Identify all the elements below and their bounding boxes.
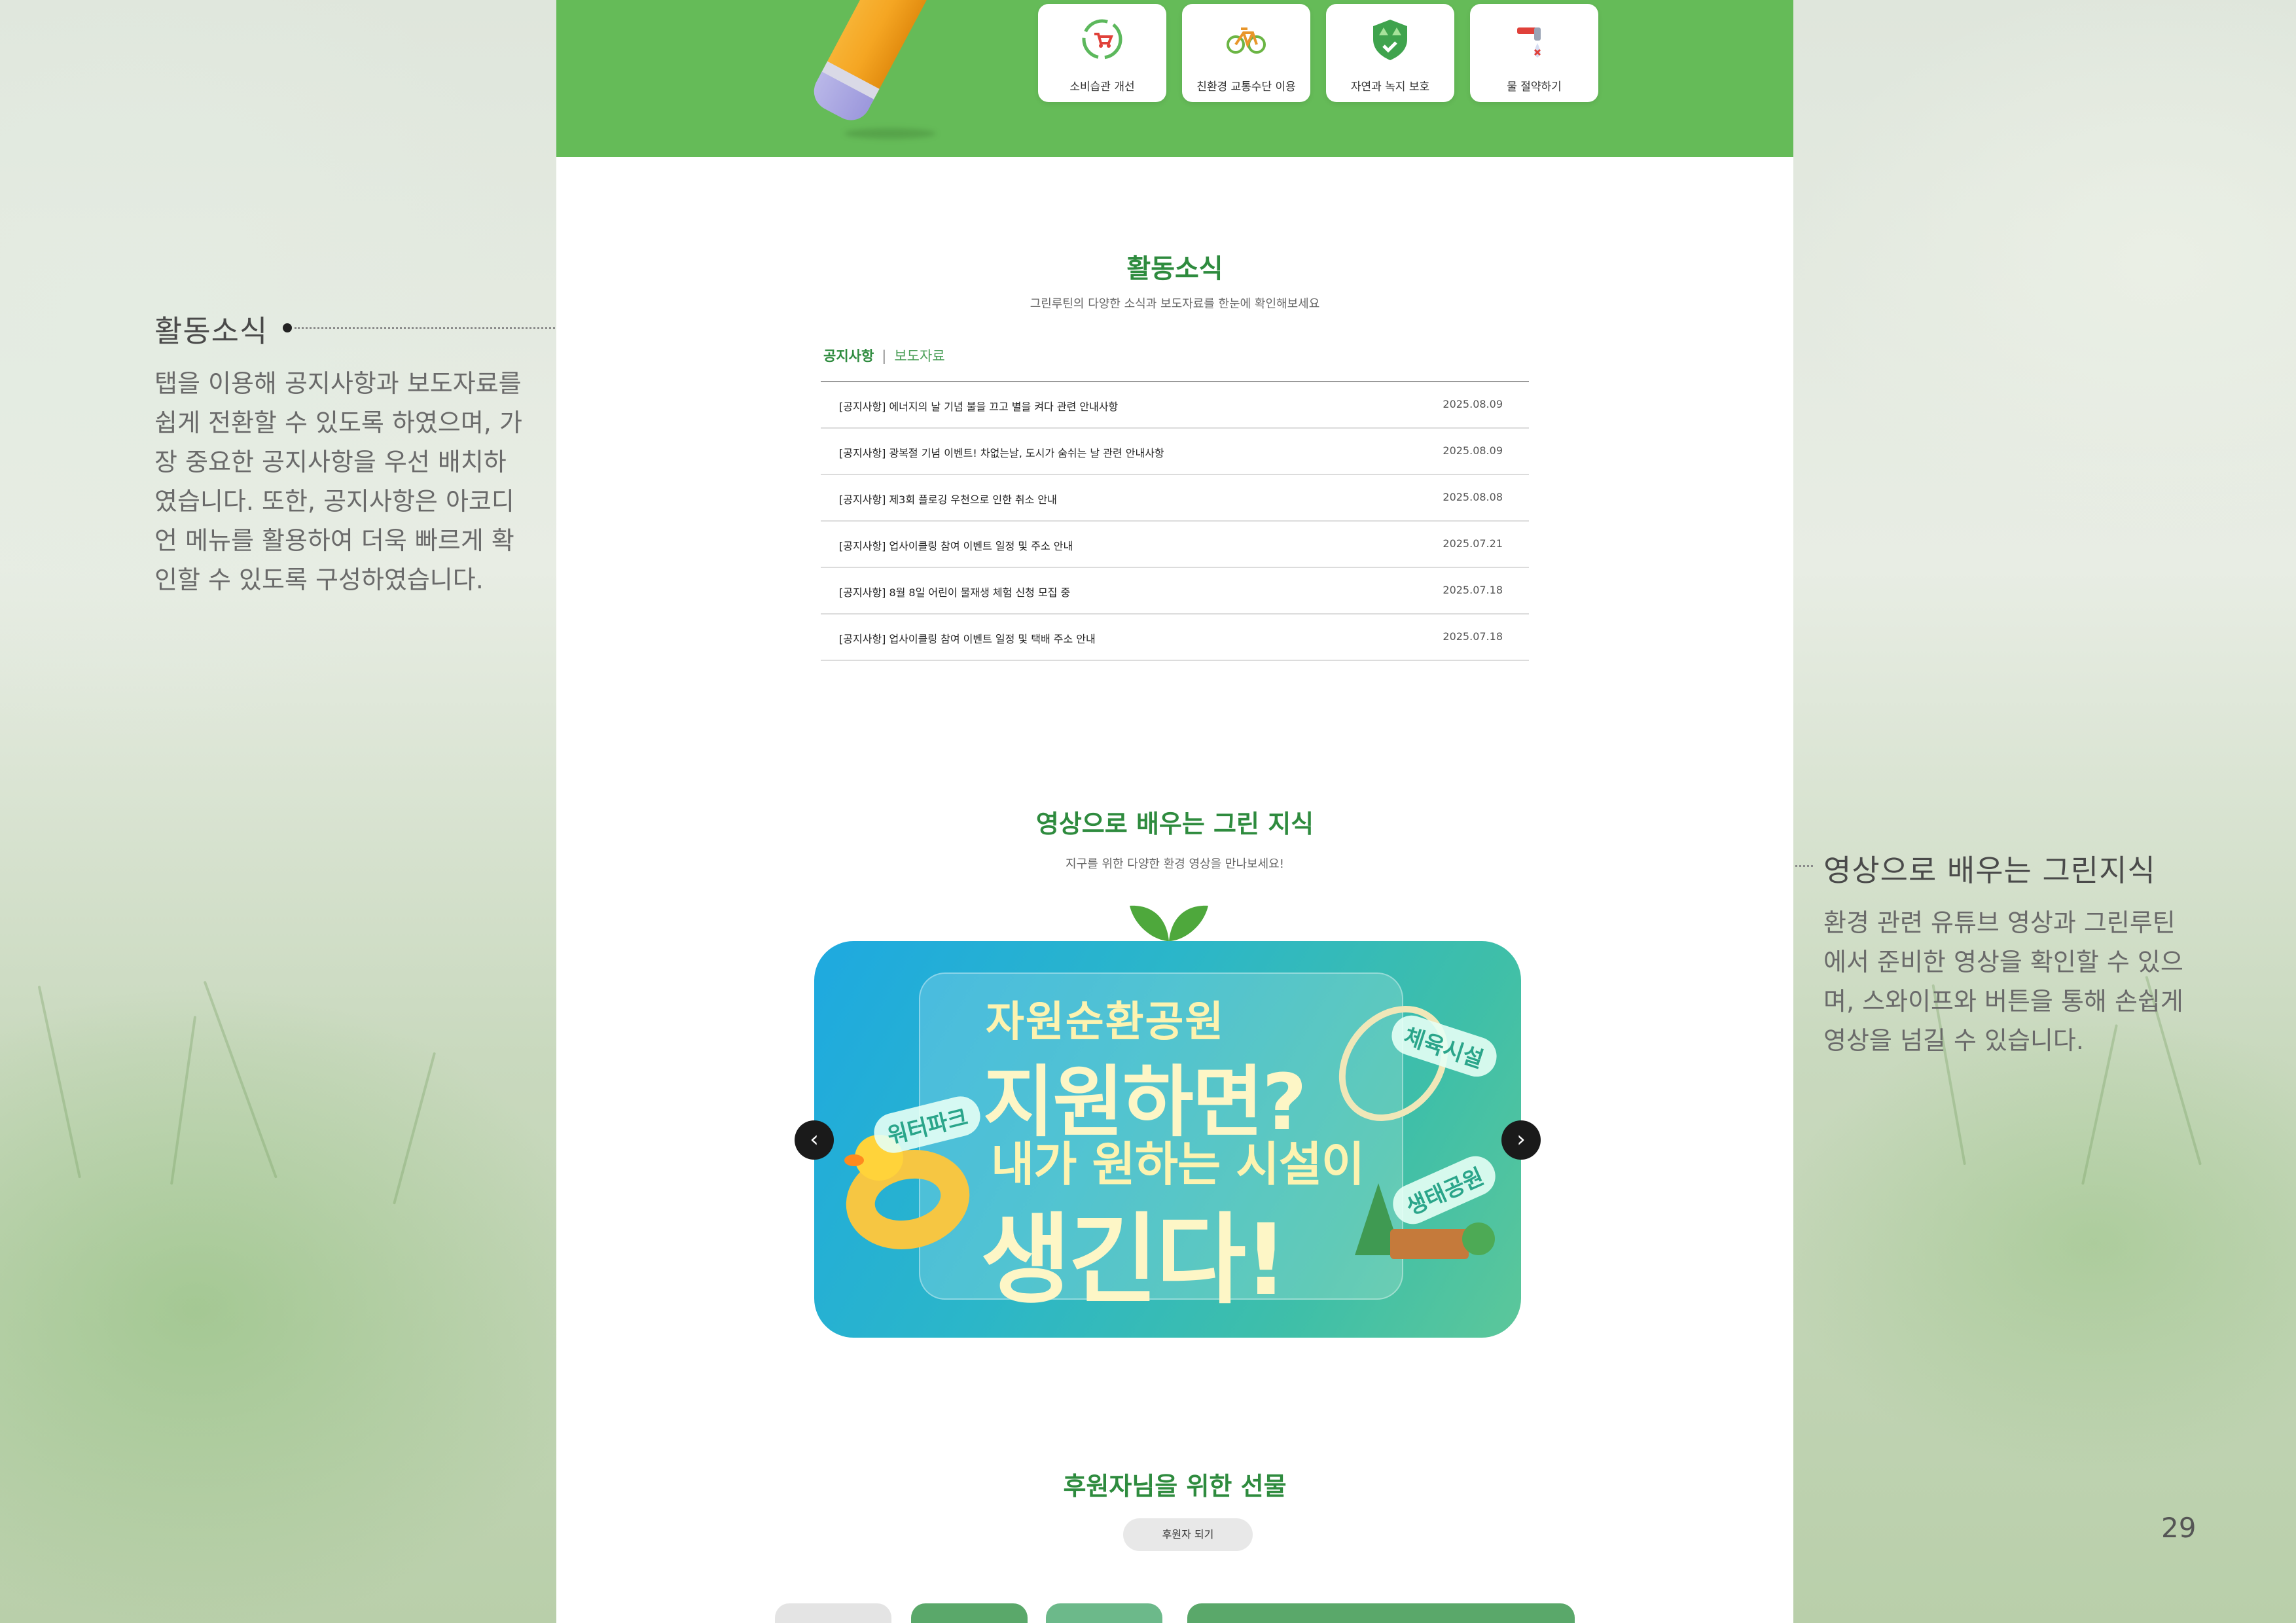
sponsor-section-title: 후원자님을 위한 선물 [1063, 1472, 1287, 1501]
annotation-video: 영상으로 배우는 그린지식 환경 관련 유튜브 영상과 그린루틴 에서 준비한 … [1823, 847, 2229, 1060]
annotation-dot [283, 323, 292, 332]
become-sponsor-button[interactable]: 후원자 되기 [1123, 1518, 1253, 1551]
video-slide[interactable]: 자원순환공원 지원하면? 내가 원하는 시설이 생긴다! 워터파크 체육시설 생… [814, 941, 1521, 1338]
pencil-shadow [844, 128, 936, 139]
water-faucet-icon [1517, 27, 1541, 58]
category-label: 소비습관 개선 [1069, 80, 1135, 94]
notice-date: 2025.07.21 [1443, 537, 1503, 550]
category-card-nature[interactable]: 자연과 녹지 보호 [1326, 4, 1454, 102]
notice-date: 2025.07.18 [1443, 584, 1503, 596]
news-section-title: 활동소식 [1126, 254, 1223, 284]
bush-icon [1462, 1222, 1495, 1255]
gift-card[interactable] [1046, 1603, 1162, 1623]
list-item[interactable]: [공지사항] 업사이클링 참여 이벤트 일정 및 택배 주소 안내 2025.0… [821, 615, 1529, 661]
duck-bill [844, 1154, 864, 1166]
list-item[interactable]: [공지사항] 에너지의 날 기념 불을 끄고 별을 켜다 관련 안내사항 202… [821, 382, 1529, 429]
notice-date: 2025.08.08 [1443, 491, 1503, 503]
bicycle-icon [1227, 27, 1266, 54]
annotation-title: 활동소식 [154, 313, 268, 349]
notice-title: [공지사항] 에너지의 날 기념 불을 끄고 별을 켜다 관련 안내사항 [839, 401, 1119, 413]
news-section-subtitle: 그린루틴의 다양한 소식과 보도자료를 한눈에 확인해보세요 [1030, 297, 1320, 311]
category-card-water[interactable]: 물 절약하기 [1470, 4, 1598, 102]
tab-notices[interactable]: 공지사항 [823, 348, 874, 364]
annotation-body: 환경 관련 유튜브 영상과 그린루틴 에서 준비한 영상을 확인할 수 있으 며… [1823, 908, 2183, 1055]
notice-title: [공지사항] 광복절 기념 이벤트! 차없는날, 도시가 숨쉬는 날 관련 안내… [839, 447, 1164, 459]
list-item[interactable]: [공지사항] 8월 8일 어린이 물재생 체험 신청 모집 중 2025.07.… [821, 568, 1529, 615]
category-label: 자연과 녹지 보호 [1350, 80, 1430, 94]
banner-line-4: 생긴다! [980, 1204, 1288, 1317]
bench-icon [1390, 1229, 1469, 1259]
website-mockup: 소비습관 개선 친환경 교통수단 이용 자연과 녹지 보호 물 절약하기 활동소… [556, 0, 1793, 1623]
category-hero: 소비습관 개선 친환경 교통수단 이용 자연과 녹지 보호 물 절약하기 [556, 0, 1793, 157]
annotation-title: 영상으로 배우는 그린지식 [1823, 853, 2156, 888]
video-section-subtitle: 지구를 위한 다양한 환경 영상을 만나보세요! [1066, 857, 1284, 871]
list-item[interactable]: [공지사항] 제3회 플로깅 우천으로 인한 취소 안내 2025.08.08 [821, 475, 1529, 522]
gift-card[interactable] [911, 1603, 1028, 1623]
category-card-consumption[interactable]: 소비습관 개선 [1038, 4, 1166, 102]
tab-separator: | [882, 348, 887, 364]
gift-banner[interactable] [1187, 1603, 1575, 1623]
tree-shield-icon [1373, 20, 1407, 60]
notice-date: 2025.08.09 [1443, 444, 1503, 457]
tab-press[interactable]: 보도자료 [894, 348, 944, 364]
notice-list: [공지사항] 에너지의 날 기념 불을 끄고 별을 켜다 관련 안내사항 202… [821, 381, 1529, 661]
category-label: 물 절약하기 [1507, 80, 1562, 94]
page-number: 29 [2161, 1512, 2197, 1544]
notice-title: [공지사항] 업사이클링 참여 이벤트 일정 및 택배 주소 안내 [839, 633, 1096, 645]
list-item[interactable]: [공지사항] 업사이클링 참여 이벤트 일정 및 주소 안내 2025.07.2… [821, 522, 1529, 568]
notice-title: [공지사항] 제3회 플로깅 우천으로 인한 취소 안내 [839, 493, 1057, 506]
notice-date: 2025.07.18 [1443, 630, 1503, 643]
recycle-cart-icon [1082, 19, 1122, 60]
banner-tag-eco: 생태공원 [1386, 1150, 1502, 1230]
video-section-title: 영상으로 배우는 그린 지식 [1035, 810, 1314, 838]
news-tabs: 공지사항 | 보도자료 [823, 346, 945, 365]
notice-title: [공지사항] 업사이클링 참여 이벤트 일정 및 주소 안내 [839, 540, 1073, 552]
category-card-transport[interactable]: 친환경 교통수단 이용 [1182, 4, 1310, 102]
annotation-body: 탭을 이용해 공지사항과 보도자료를 쉽게 전환할 수 있도록 하였으며, 가 … [154, 369, 522, 594]
sprout-icon [1130, 905, 1208, 941]
prev-slide-button[interactable]: ‹ [795, 1120, 834, 1160]
category-label: 친환경 교통수단 이용 [1196, 80, 1296, 94]
notice-title: [공지사항] 8월 8일 어린이 물재생 체험 신청 모집 중 [839, 586, 1071, 599]
next-slide-button[interactable]: › [1501, 1120, 1541, 1160]
list-item[interactable]: [공지사항] 광복절 기념 이벤트! 차없는날, 도시가 숨쉬는 날 관련 안내… [821, 429, 1529, 475]
gift-card[interactable] [775, 1603, 891, 1623]
pencil-icon [806, 0, 929, 130]
annotation-news: 활동소식 탭을 이용해 공지사항과 보도자료를 쉽게 전환할 수 있도록 하였으… [154, 308, 560, 599]
notice-date: 2025.08.09 [1443, 398, 1503, 410]
